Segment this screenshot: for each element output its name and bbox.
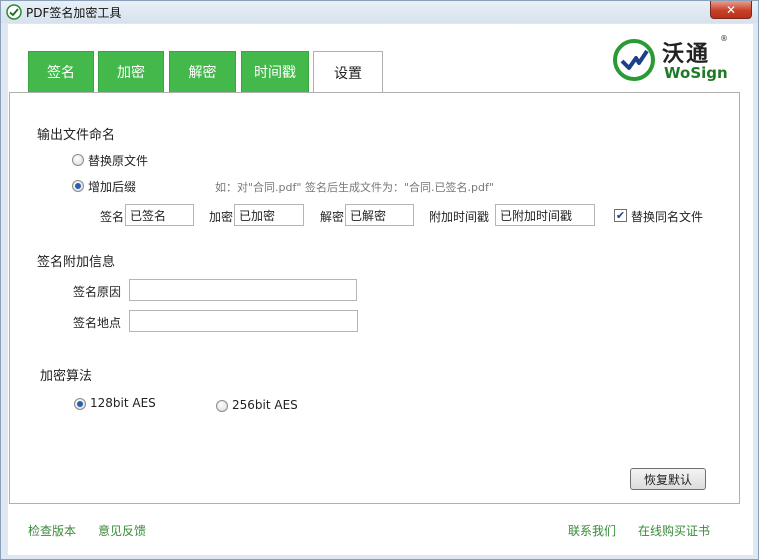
sign-info-heading: 签名附加信息 [37, 255, 116, 270]
restore-defaults-button[interactable]: 恢复默认 [630, 468, 706, 490]
wosign-logo: 沃通 ® WoSign [612, 34, 730, 84]
close-button[interactable]: ✕ [710, 1, 752, 19]
tab-encrypt[interactable]: 加密 [98, 51, 164, 92]
sign-location-label: 签名地点 [73, 316, 122, 330]
buy-certificate-link[interactable]: 在线购买证书 [638, 522, 710, 539]
logo-english-text: WoSign [664, 64, 728, 82]
encrypt-suffix-input[interactable]: 已加密 [234, 204, 304, 226]
sign-suffix-label: 签名 [100, 210, 125, 224]
aes128-radio[interactable] [74, 398, 86, 410]
tab-settings[interactable]: 设置 [313, 51, 383, 94]
sign-suffix-input[interactable]: 已签名 [125, 204, 194, 226]
decrypt-suffix-label: 解密 [320, 210, 345, 224]
wosign-logo-icon [612, 38, 656, 82]
settings-panel: 输出文件命名 替换原文件 增加后缀 如：对"合同.pdf" 签名后生成文件为："… [9, 92, 740, 504]
timestamp-suffix-input[interactable]: 已附加时间戳 [495, 204, 595, 226]
check-version-link[interactable]: 检查版本 [28, 522, 76, 539]
output-naming-heading: 输出文件命名 [37, 128, 116, 143]
title-bar[interactable]: PDF签名加密工具 ✕ [1, 1, 758, 23]
tab-timestamp[interactable]: 时间戳 [241, 51, 309, 92]
feedback-link[interactable]: 意见反馈 [98, 522, 146, 539]
sign-reason-label: 签名原因 [73, 285, 122, 299]
replace-same-name-label: 替换同名文件 [631, 210, 704, 224]
timestamp-suffix-label: 附加时间戳 [429, 210, 490, 224]
window-title: PDF签名加密工具 [26, 6, 122, 20]
app-window: PDF签名加密工具 ✕ 签名 加密 解密 时间戳 设置 沃通 ® WoSign … [0, 0, 759, 560]
client-area: 签名 加密 解密 时间戳 设置 沃通 ® WoSign 输出文件命名 替换原文件 [8, 24, 753, 555]
aes256-label: 256bit AES [232, 398, 298, 412]
sign-location-input[interactable] [129, 310, 358, 332]
add-suffix-radio[interactable] [72, 180, 84, 192]
contact-us-link[interactable]: 联系我们 [568, 522, 616, 539]
aes128-label: 128bit AES [90, 396, 156, 410]
aes256-radio[interactable] [216, 400, 228, 412]
suffix-example-hint: 如：对"合同.pdf" 签名后生成文件为："合同.已签名.pdf" [215, 181, 494, 194]
replace-original-radio[interactable] [72, 154, 84, 166]
replace-same-name-checkbox[interactable]: ✔ [614, 209, 627, 222]
tab-decrypt[interactable]: 解密 [169, 51, 236, 92]
add-suffix-label: 增加后缀 [88, 180, 137, 194]
decrypt-suffix-input[interactable]: 已解密 [345, 204, 414, 226]
app-check-icon [6, 4, 22, 20]
logo-registered-mark: ® [720, 34, 728, 43]
encryption-heading: 加密算法 [40, 369, 93, 384]
sign-reason-input[interactable] [129, 279, 357, 301]
tab-sign[interactable]: 签名 [28, 51, 94, 92]
replace-original-label: 替换原文件 [88, 154, 149, 168]
encrypt-suffix-label: 加密 [209, 210, 234, 224]
